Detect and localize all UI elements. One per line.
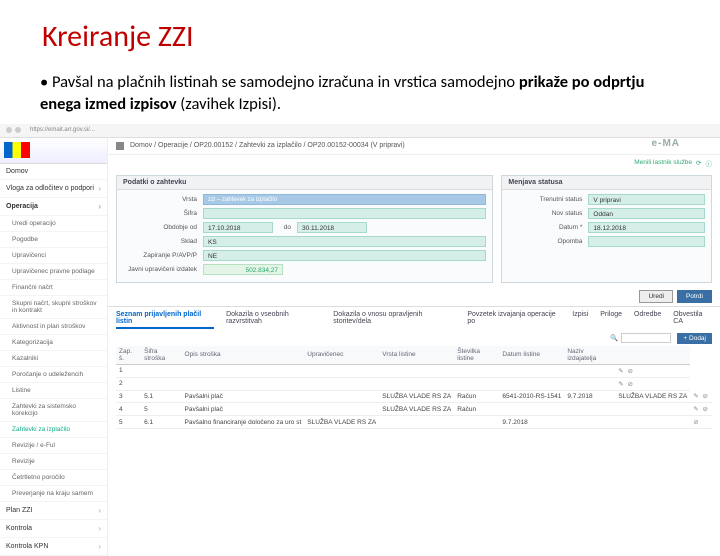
sidebar-item[interactable]: Preverjanje na kraju samem — [0, 486, 107, 502]
sidebar-item[interactable]: Uredi operacijo — [0, 216, 107, 232]
sidebar-item[interactable]: Zahtevki za izplačilo — [0, 422, 107, 438]
field-label: Datum * — [508, 224, 588, 231]
field-label: Zapiranje P/AVP/P — [123, 252, 203, 259]
panel-request-title: Podatki o zahtevku — [117, 176, 492, 190]
table-row[interactable]: 2✎ ⊘ — [116, 377, 712, 390]
panel-status: Menjava statusa Trenutni statusV priprav… — [501, 175, 712, 283]
sidebar-item[interactable]: Finančni načrt — [0, 280, 107, 296]
sidebar-item[interactable]: Pogodbe — [0, 232, 107, 248]
tab[interactable]: Dokazila o vnosu opravljenih storitev/de… — [333, 311, 455, 329]
sidebar-item[interactable]: Četrtletno poročilo — [0, 470, 107, 486]
sidebar-item[interactable]: Kontrola — [0, 520, 107, 538]
field-input[interactable]: 18.12.2018 — [588, 222, 705, 233]
top-toolbar: Menili lastnik službe ⟳ ⓘ — [108, 155, 720, 171]
field-label: Nov status — [508, 210, 588, 217]
sidebar-item[interactable]: Zahtevki za sistemsko korekcijo — [0, 399, 107, 422]
tab[interactable]: Priloge — [600, 311, 622, 329]
sidebar-item[interactable]: Poročanje o udeležencih — [0, 367, 107, 383]
field-label: Sklad — [123, 238, 203, 245]
sidebar-item[interactable]: Kategorizacija — [0, 335, 107, 351]
field-input[interactable]: 502.834,27 — [203, 264, 283, 275]
browser-bar: https://emait.arr.gov.si/... — [0, 124, 720, 138]
table-row[interactable]: 1✎ ⊘ — [116, 364, 712, 377]
sidebar-item[interactable]: Kontrola KPN — [0, 538, 107, 556]
bullet-pre: Pavšal na plačnih listinah se samodejno … — [52, 72, 519, 92]
table-row[interactable]: 56.1Pavšalno financiranje določeno za ur… — [116, 416, 712, 429]
bullet-post: (zavihek Izpisi). — [177, 94, 282, 114]
field-input[interactable]: zzi – zahtevek za izplačilo — [203, 194, 486, 205]
breadcrumb: Domov / Operacije / OP20.00152 / Zahtevk… — [108, 138, 720, 155]
sidebar-item[interactable]: Operacija — [0, 198, 107, 216]
field-label: Vrsta — [123, 196, 203, 203]
cancel-button[interactable]: Uredi — [639, 290, 673, 303]
field-label: Trenutni status — [508, 196, 588, 203]
add-button[interactable]: + Dodaj — [677, 333, 712, 344]
sidebar-item[interactable]: Upravičenci — [0, 248, 107, 264]
tab[interactable]: Seznam prijavljenih plačil listin — [116, 311, 214, 329]
sidebar-item[interactable]: Kazalniki — [0, 351, 107, 367]
tab[interactable]: Izpisi — [572, 311, 588, 329]
row-actions: ✎ ⊘ — [615, 377, 690, 390]
col-header[interactable]: Šifra stroška — [141, 346, 181, 365]
field-input[interactable] — [588, 236, 705, 247]
col-header[interactable]: Zap. š. — [116, 346, 141, 365]
tab[interactable]: Dokazila o vseobnih razvrstitvah — [226, 311, 321, 329]
sidebar-item[interactable]: Vloga za odločitev o podpori — [0, 180, 107, 198]
col-header[interactable]: Naziv izdajatelja — [564, 346, 615, 365]
col-header[interactable]: Datum listine — [499, 346, 564, 365]
field-label: Opomba — [508, 238, 588, 245]
field-input[interactable]: KS — [203, 236, 486, 247]
toolbar-right-text: Menili lastnik službe — [634, 159, 692, 166]
slide-bullet: Pavšal na plačnih listinah se samodejno … — [36, 71, 684, 116]
screenshot: https://emait.arr.gov.si/... e-MA DomovV… — [0, 124, 720, 556]
info-icon[interactable]: ⓘ — [706, 158, 713, 168]
panel-status-title: Menjava statusa — [502, 176, 711, 190]
field-input[interactable]: 30.11.2018 — [297, 222, 367, 233]
field-input[interactable]: Oddan — [588, 208, 705, 219]
app-logo-text: e-MA — [652, 138, 680, 149]
col-header[interactable] — [615, 346, 690, 365]
col-header[interactable]: Upravičenec — [304, 346, 379, 365]
field-input[interactable] — [203, 208, 486, 219]
search-icon: 🔍 — [610, 334, 618, 342]
tab[interactable]: Obvestila CA — [673, 311, 712, 329]
row-actions: ✎ ⊘ — [615, 364, 690, 377]
sidebar-item[interactable]: Domov — [0, 164, 107, 180]
row-actions: ✎ ⊘ — [690, 390, 712, 403]
grid-search[interactable]: 🔍 — [610, 333, 671, 343]
row-actions: ⊘ — [690, 416, 712, 429]
field-input[interactable]: V pripravi — [588, 194, 705, 205]
col-header[interactable]: Opis stroška — [182, 346, 305, 365]
grid: Zap. š.Šifra stroškaOpis stroškaUpraviče… — [116, 346, 712, 430]
table-row[interactable]: 35.1Pavšalni plačSLUŽBA VLADE RS ZARačun… — [116, 390, 712, 403]
table-row[interactable]: 45Pavšalni plačSLUŽBA VLADE RS ZARačun✎ … — [116, 403, 712, 416]
field-input[interactable]: NE — [203, 250, 486, 261]
tab[interactable]: Povzetek izvajanja operacije po — [467, 311, 560, 329]
col-header[interactable]: Številka listine — [454, 346, 499, 365]
browser-url: https://emait.arr.gov.si/... — [30, 127, 95, 133]
sidebar-item[interactable]: Plan ZZI — [0, 502, 107, 520]
col-header[interactable]: Vrsta listine — [379, 346, 454, 365]
field-label: Javni upravičeni izdatek — [123, 266, 203, 273]
tab[interactable]: Odredbe — [634, 311, 661, 329]
panel-request: Podatki o zahtevku Vrstazzi – zahtevek z… — [116, 175, 493, 283]
field-label: Šifra — [123, 210, 203, 217]
home-icon[interactable] — [116, 142, 124, 150]
sidebar-item[interactable]: Skupni načrt, skupni stroškov in kontrak… — [0, 296, 107, 319]
refresh-icon[interactable]: ⟳ — [696, 159, 701, 167]
sidebar-item[interactable]: Listine — [0, 383, 107, 399]
sidebar-logo — [0, 138, 107, 164]
sidebar: DomovVloga za odločitev o podporiOperaci… — [0, 138, 108, 556]
save-button[interactable]: Potrdi — [677, 290, 712, 303]
row-actions: ✎ ⊘ — [690, 403, 712, 416]
sidebar-item[interactable]: Upravičenec pravne podlage — [0, 264, 107, 280]
sidebar-item[interactable]: Aktivnost in plan stroškov — [0, 319, 107, 335]
slide-title: Kreiranje ZZI — [42, 18, 684, 55]
sidebar-item[interactable]: Revizije / e-Ful — [0, 438, 107, 454]
tabs: Seznam prijavljenih plačil listin Dokazil… — [108, 306, 720, 331]
field-label: Obdobje od — [123, 224, 203, 231]
sidebar-item[interactable]: Revizije — [0, 454, 107, 470]
field-input[interactable]: 17.10.2018 — [203, 222, 273, 233]
